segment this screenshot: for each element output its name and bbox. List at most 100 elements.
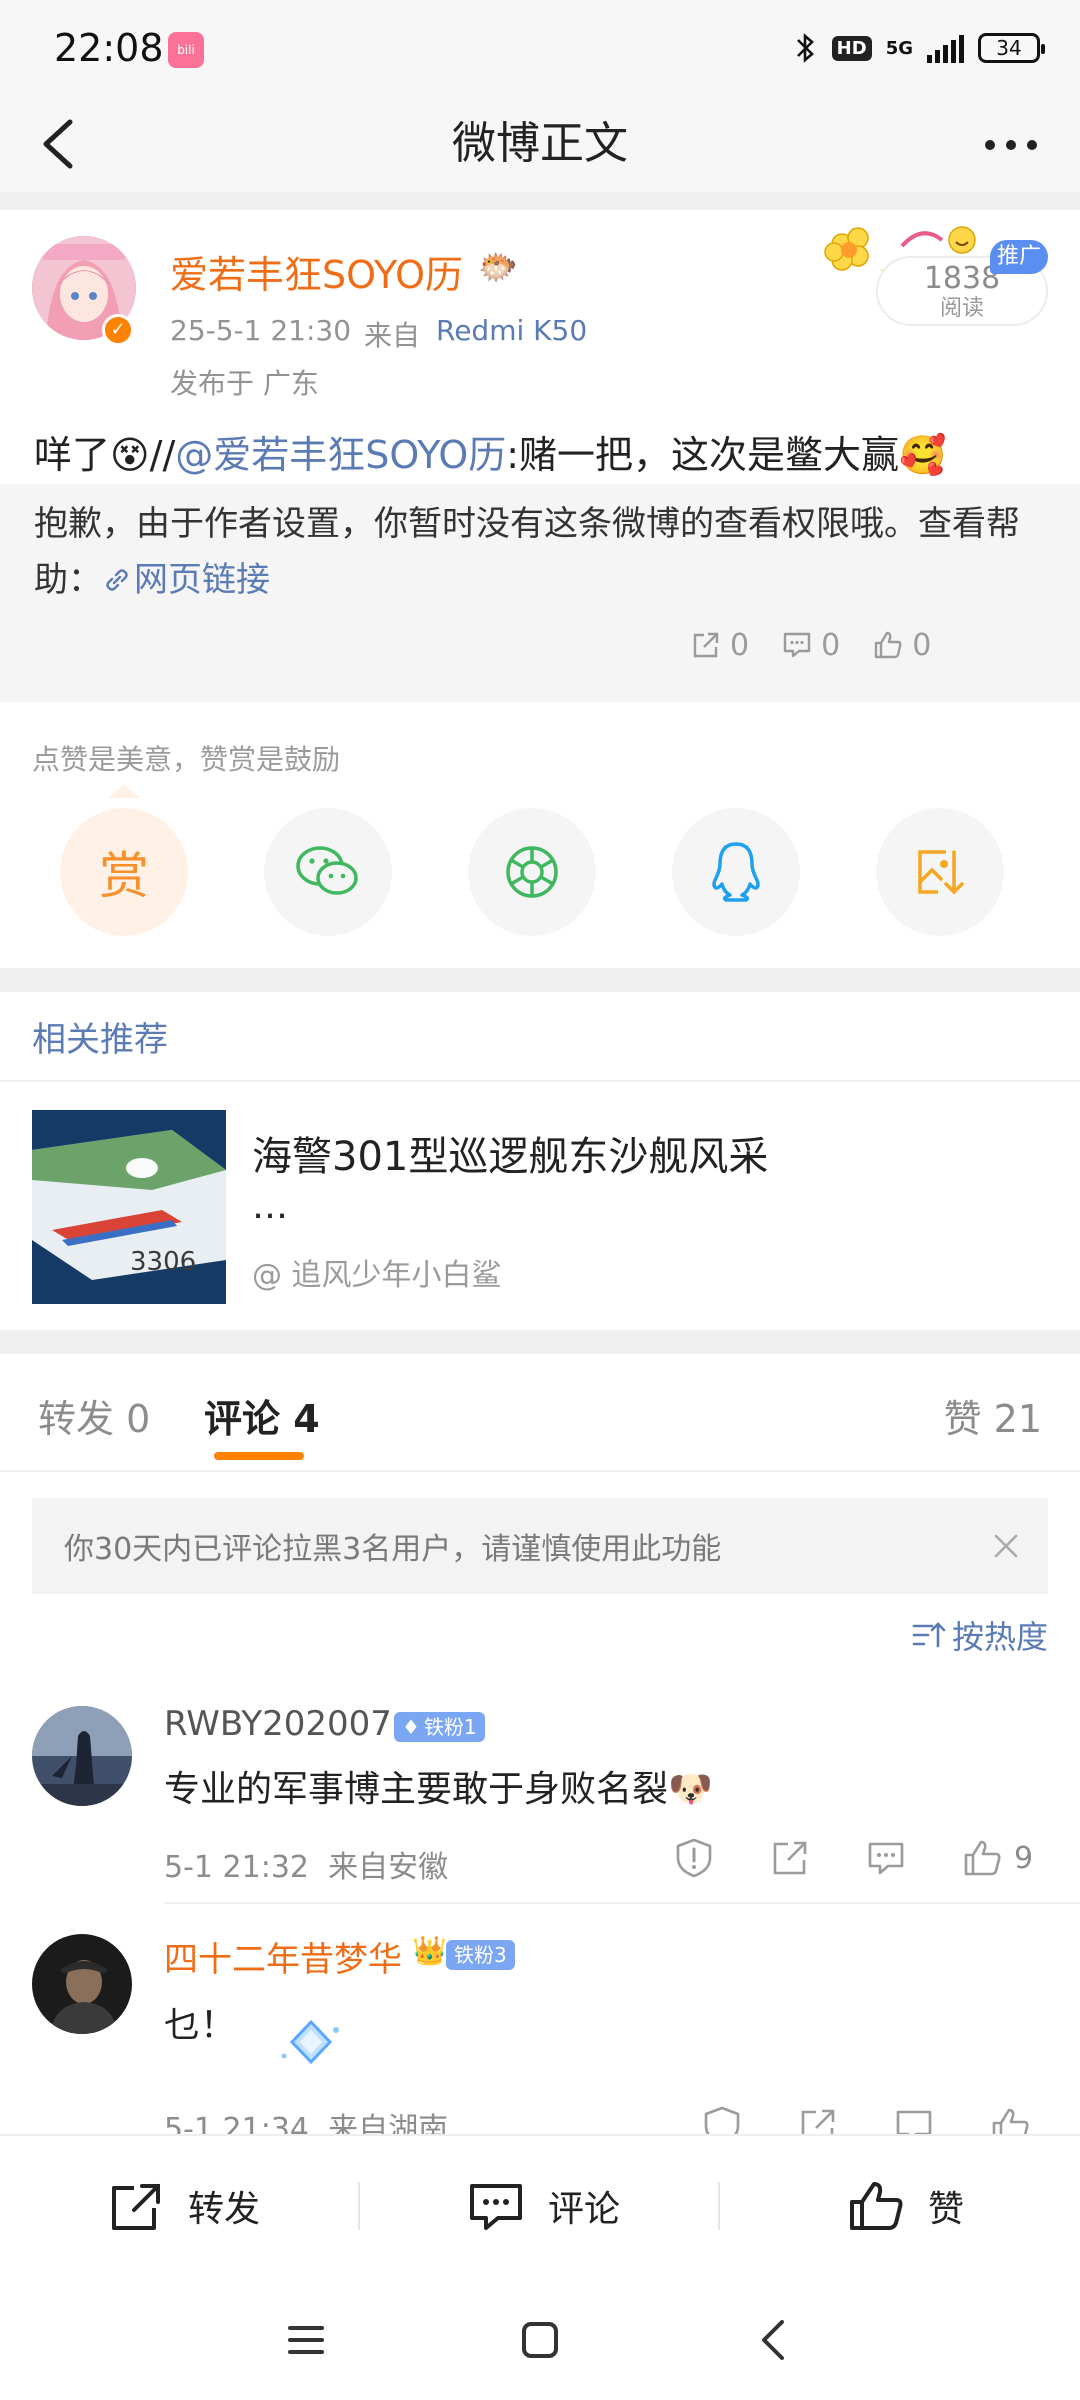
- thumbs-up-icon: [874, 631, 902, 659]
- thumbs-up-icon: [964, 1840, 1001, 1876]
- back-button[interactable]: [30, 106, 100, 182]
- bottom-like-button[interactable]: 赞: [846, 2168, 964, 2244]
- retweet-comment[interactable]: 0: [781, 628, 840, 663]
- system-home-button[interactable]: [510, 2310, 570, 2370]
- divider: [0, 1080, 1080, 1082]
- link-icon: [106, 569, 128, 591]
- status-icons: HD 5G 34: [794, 28, 1045, 68]
- back-chevron-icon: [43, 119, 73, 169]
- comment-author[interactable]: 四十二年昔梦华: [164, 1932, 402, 1981]
- close-icon: [994, 1534, 1018, 1558]
- bottom-repost-label: 转发: [188, 2189, 261, 2230]
- tab-comment[interactable]: 评论 4: [204, 1388, 320, 1443]
- ad-tag: 推广: [990, 240, 1048, 274]
- diamond-icon: ♦: [402, 1715, 420, 1739]
- crown-icon: 👑: [412, 1934, 447, 1967]
- fan-badge-icon: 🐡: [478, 248, 518, 286]
- moments-icon: [506, 846, 558, 898]
- section-gap: [0, 1330, 1080, 1354]
- retweet-comment-count: 0: [821, 627, 841, 663]
- author-name[interactable]: 爱若丰狂SOYO历: [170, 244, 463, 299]
- heart-face-emoji-icon: 🥰: [899, 433, 947, 477]
- read-label: 阅读: [939, 296, 984, 321]
- recommend-title: 相关推荐: [32, 1020, 168, 1060]
- post-location: 发布于 广东: [170, 367, 319, 400]
- report-shield-icon[interactable]: [672, 1836, 716, 1880]
- retweet-stats: 0 0 0: [690, 620, 931, 670]
- repost-icon[interactable]: [768, 1836, 812, 1880]
- dizzy-emoji-icon: 😵: [110, 433, 150, 477]
- share-moments-button[interactable]: [468, 808, 596, 936]
- share-qq-button[interactable]: [672, 808, 800, 936]
- post-text-separator: //: [149, 433, 176, 477]
- bluetooth-icon: [796, 33, 814, 63]
- bottom-comment-button[interactable]: 评论: [466, 2168, 620, 2244]
- tab-active-underline: [214, 1452, 304, 1460]
- bottom-repost-button[interactable]: 转发: [106, 2168, 260, 2244]
- save-image-button[interactable]: [876, 808, 1004, 936]
- block-notice-text: 你30天内已评论拉黑3名用户，请谨慎使用此功能: [64, 1532, 722, 1567]
- back-chevron-icon: [762, 2320, 784, 2360]
- reward-hint: 点赞是美意，赞赏是鼓励: [32, 743, 341, 776]
- reward-button[interactable]: 赏: [60, 808, 188, 936]
- nav-bar: [0, 96, 1080, 192]
- divider: [358, 2182, 360, 2230]
- thumbs-up-icon: [850, 2182, 903, 2230]
- diamond-sticker-icon: [281, 2019, 339, 2065]
- tab-repost[interactable]: 转发 0: [38, 1388, 150, 1443]
- recommend-headline[interactable]: 海警301型巡逻舰东沙舰风采: [252, 1124, 768, 1182]
- network-label: 5G: [885, 37, 913, 59]
- post-time: 25-5-1 21:30: [170, 314, 352, 347]
- save-image-icon: [918, 850, 964, 895]
- notice-close-button[interactable]: [986, 1526, 1026, 1566]
- comment-body: 专业的军事博主要敢于身败名裂: [164, 1769, 669, 1810]
- fan-level-label: 铁粉3: [454, 1943, 507, 1967]
- comment-location: 来自安徽: [328, 1850, 449, 1885]
- comment-like-button[interactable]: 9: [960, 1836, 1033, 1880]
- divider: [0, 1470, 1080, 1472]
- section-gap: [0, 192, 1080, 210]
- fan-level-badge: 铁粉3: [446, 1940, 515, 1970]
- comment-text: 乜！: [164, 2005, 237, 2046]
- system-menu-button[interactable]: [276, 2310, 336, 2370]
- sort-icon: [912, 1622, 946, 1648]
- comment-icon[interactable]: [864, 1836, 908, 1880]
- recommend-thumbnail[interactable]: 3306: [32, 1110, 226, 1304]
- comment-icon: [470, 2184, 522, 2230]
- sort-button[interactable]: 按热度: [912, 1612, 1048, 1658]
- reward-label: 赏: [99, 847, 149, 905]
- more-button[interactable]: [976, 120, 1046, 170]
- comment-avatar[interactable]: [32, 1934, 132, 2034]
- bilibili-app-icon: bili: [168, 32, 204, 68]
- section-gap: [0, 968, 1080, 992]
- divider: [718, 2182, 720, 2230]
- verified-badge: ✓: [102, 314, 134, 346]
- more-dots-icon: [985, 140, 1037, 150]
- tab-like[interactable]: 赞 21: [944, 1388, 1042, 1443]
- comment-icon: [783, 632, 811, 658]
- sort-label: 按热度: [951, 1618, 1048, 1656]
- retweet-repost-count: 0: [730, 627, 750, 663]
- signal-icon: [927, 33, 964, 63]
- comment-author[interactable]: RWBY202007: [164, 1704, 392, 1744]
- mention-link[interactable]: @爱若丰狂SOYO历: [175, 433, 506, 477]
- post-source[interactable]: Redmi K50: [436, 314, 587, 347]
- retweet-text: 抱歉，由于作者设置，你暂时没有这条微博的查看权限哦。查看帮助： 网页链接: [34, 496, 1054, 608]
- web-link[interactable]: 网页链接: [102, 560, 270, 600]
- avatar-art: [32, 1934, 132, 2034]
- post-text: 咩了😵//@爱若丰狂SOYO历:赌一把，这次是鳖大赢🥰: [34, 424, 946, 479]
- comment-time: 5-1 21:32: [164, 1850, 309, 1885]
- comment-like-count: 9: [1014, 1840, 1034, 1876]
- post-text-prefix: 咩了: [34, 433, 111, 477]
- recommend-author[interactable]: @ 追风少年小白鲨: [252, 1250, 502, 1294]
- comment-avatar[interactable]: [32, 1706, 132, 1806]
- hd-badge: HD: [831, 35, 872, 61]
- qq-icon: [712, 842, 760, 902]
- fan-level-label: 铁粉1: [423, 1715, 477, 1739]
- share-wechat-button[interactable]: [264, 808, 392, 936]
- retweet-repost[interactable]: 0: [690, 628, 749, 663]
- bottom-like-label: 赞: [928, 2189, 965, 2230]
- retweet-like[interactable]: 0: [872, 628, 931, 663]
- system-back-button[interactable]: [744, 2310, 804, 2370]
- post-text-suffix: :赌一把，这次是鳖大赢: [506, 433, 900, 477]
